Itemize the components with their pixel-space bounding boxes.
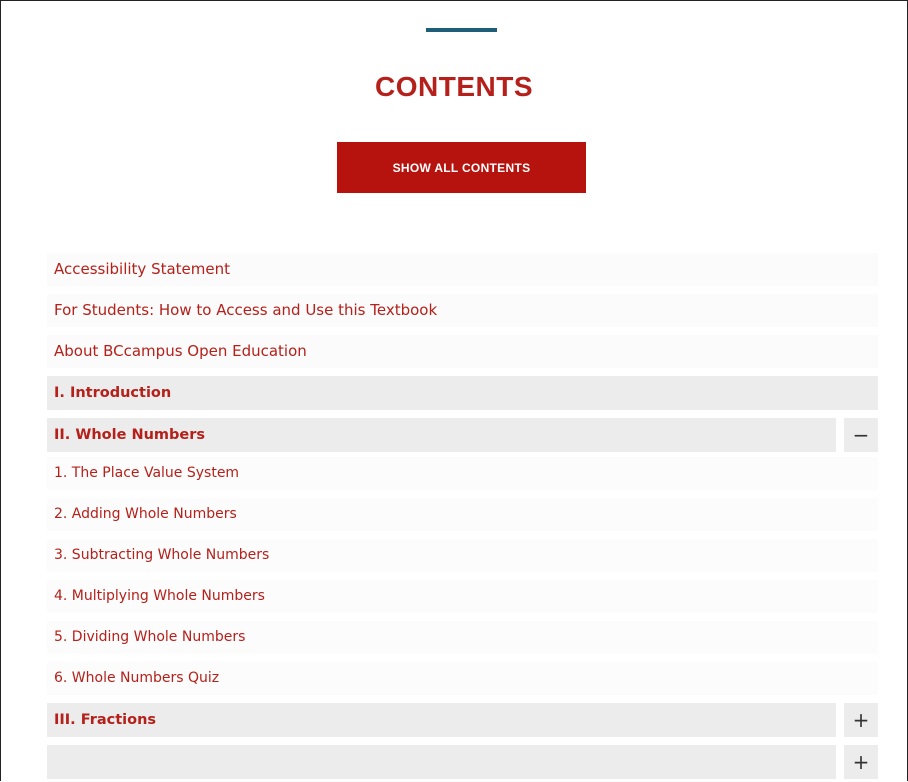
- toc-front-matter-link[interactable]: For Students: How to Access and Use this…: [47, 294, 878, 327]
- toc-chapter-link[interactable]: 4. Multiplying Whole Numbers: [47, 580, 878, 613]
- page-frame: CONTENTS SHOW ALL CONTENTS Accessibility…: [0, 0, 908, 781]
- toc-part-link[interactable]: I. Introduction: [47, 376, 878, 410]
- show-all-contents-button[interactable]: SHOW ALL CONTENTS: [337, 142, 586, 193]
- toc-front-matter-link[interactable]: About BCcampus Open Education: [47, 335, 878, 368]
- table-of-contents: Accessibility Statement For Students: Ho…: [47, 253, 878, 781]
- toc-part-row: III. Fractions +: [47, 703, 878, 737]
- expand-icon[interactable]: +: [844, 703, 878, 737]
- toc-chapter-link[interactable]: 3. Subtracting Whole Numbers: [47, 539, 878, 572]
- toc-part-link[interactable]: III. Fractions: [47, 703, 836, 737]
- toc-chapter-list: 1. The Place Value System 2. Adding Whol…: [47, 457, 878, 695]
- toc-front-matter-link[interactable]: Accessibility Statement: [47, 253, 878, 286]
- toc-chapter-link[interactable]: 6. Whole Numbers Quiz: [47, 662, 878, 695]
- collapse-icon[interactable]: −: [844, 418, 878, 452]
- title-accent-bar: [426, 28, 497, 32]
- page-title: CONTENTS: [375, 71, 533, 102]
- toc-chapter-link[interactable]: 5. Dividing Whole Numbers: [47, 621, 878, 654]
- expand-icon[interactable]: +: [844, 745, 878, 779]
- toc-part-link[interactable]: II. Whole Numbers: [47, 418, 836, 452]
- toc-part-row: II. Whole Numbers −: [47, 418, 878, 452]
- toc-part-link[interactable]: [47, 745, 836, 779]
- toc-chapter-link[interactable]: 1. The Place Value System: [47, 457, 878, 490]
- toc-part-row: +: [47, 745, 878, 779]
- toc-part-row: I. Introduction: [47, 376, 878, 410]
- toc-chapter-link[interactable]: 2. Adding Whole Numbers: [47, 498, 878, 531]
